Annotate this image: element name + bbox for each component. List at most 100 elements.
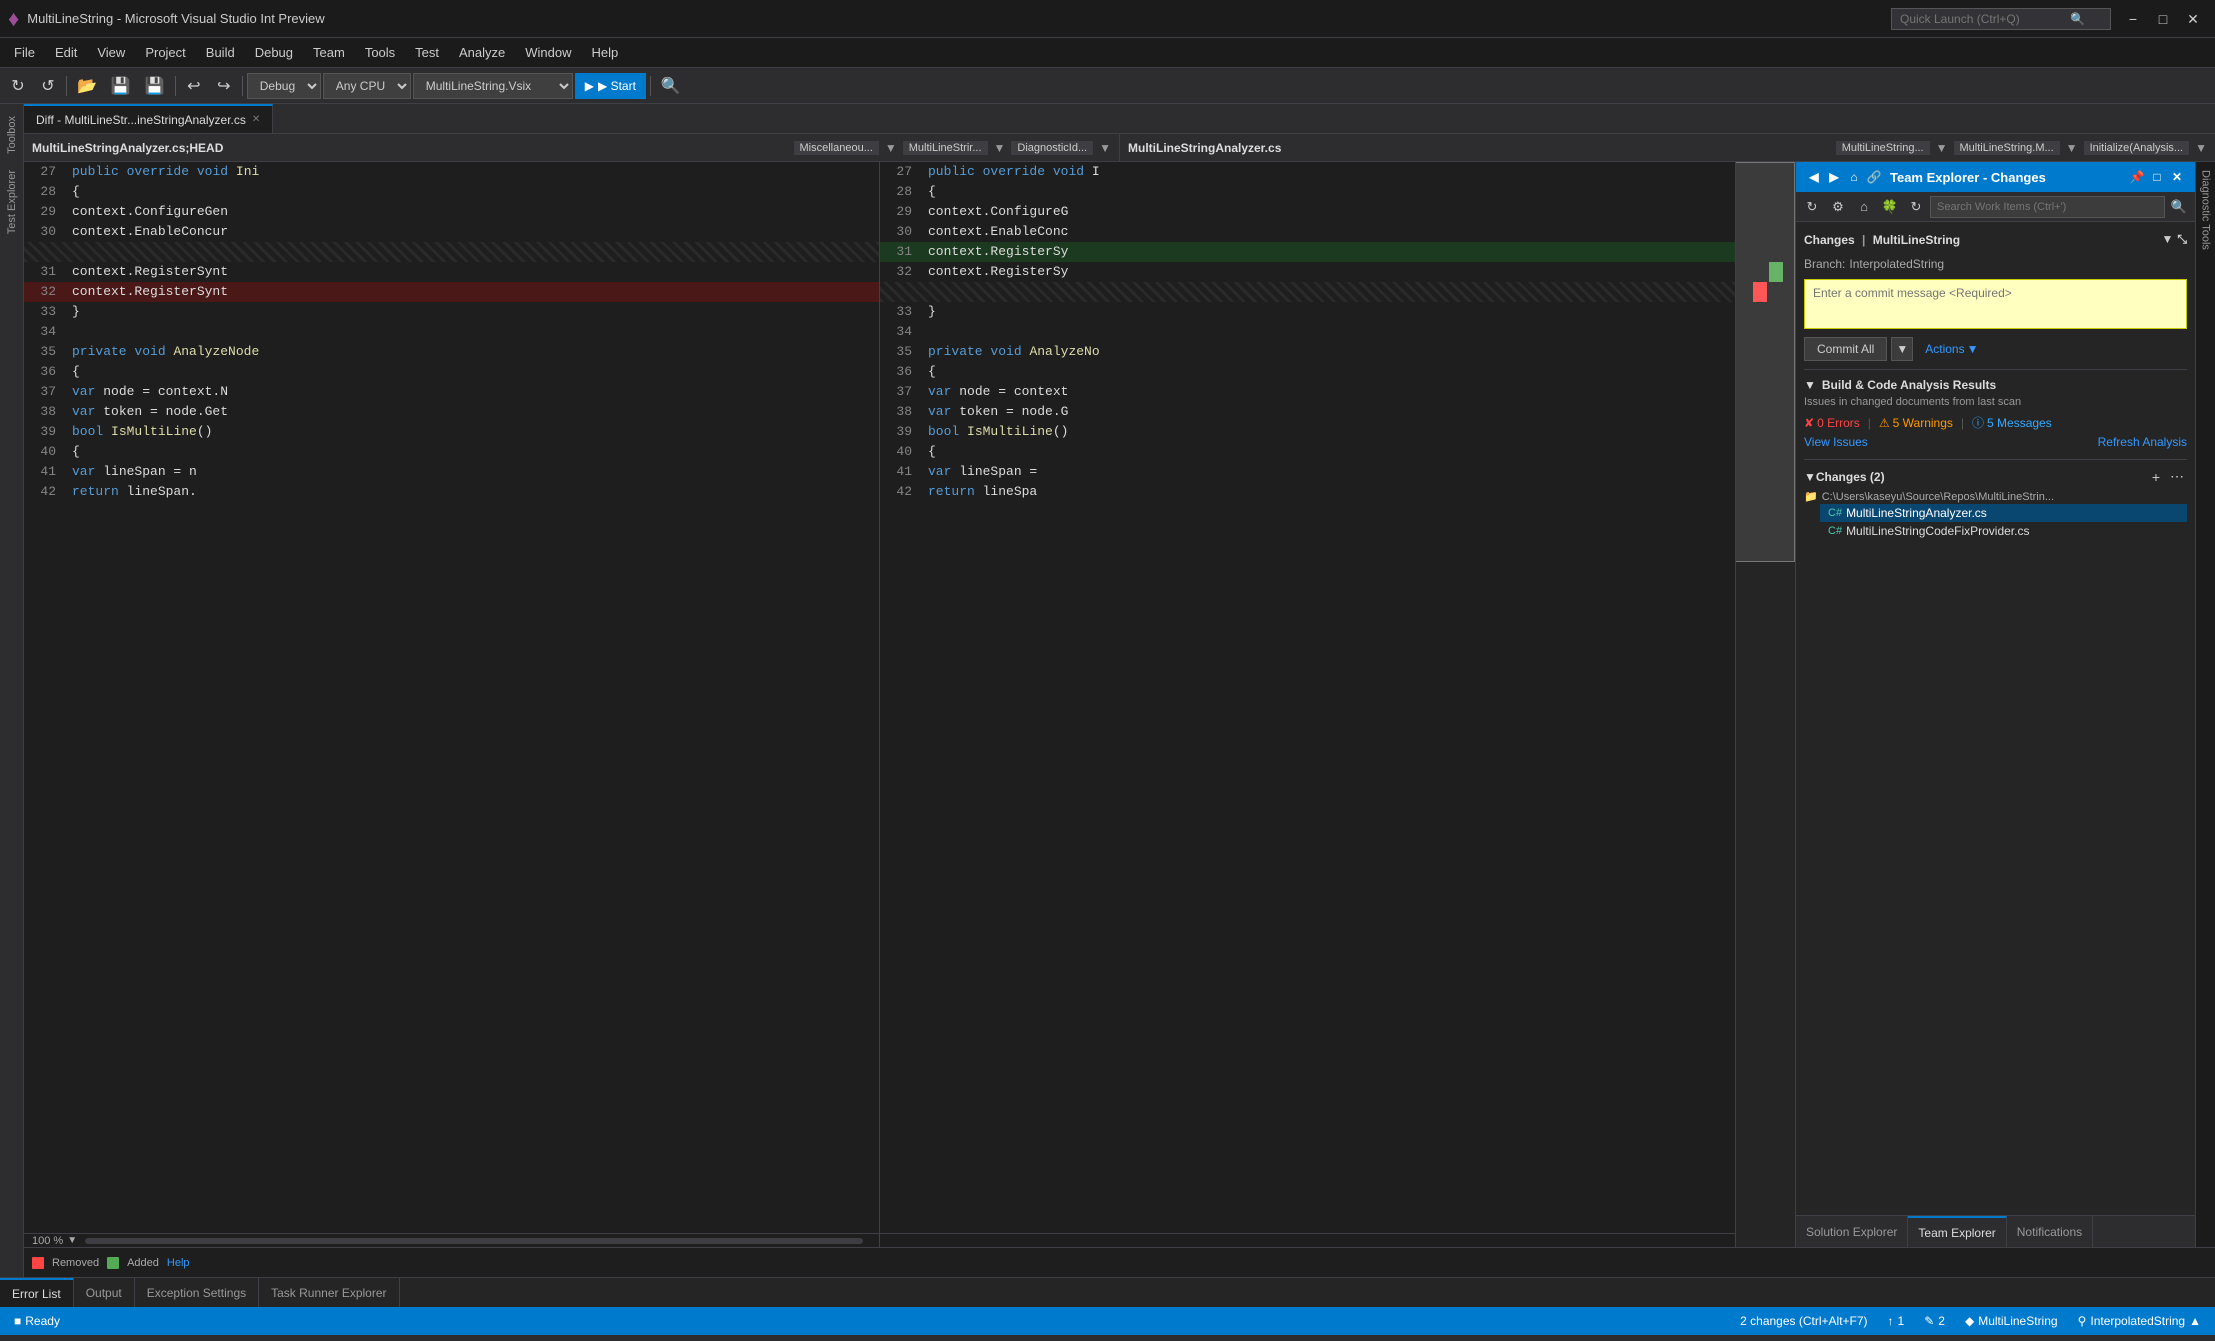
more-changes-btn[interactable]: ⋯: [2167, 468, 2187, 485]
refresh-analysis-link[interactable]: Refresh Analysis: [2098, 435, 2187, 449]
commit-message-box[interactable]: [1804, 279, 2187, 329]
diff-tab[interactable]: Diff - MultiLineStr...ineStringAnalyzer.…: [24, 104, 273, 133]
status-branch[interactable]: ⚲ InterpolatedString ▲: [2072, 1314, 2207, 1328]
diff-tab-close[interactable]: ✕: [252, 114, 260, 125]
quick-launch-input[interactable]: [1900, 12, 2070, 26]
toolbar-search-btn[interactable]: 🔍: [655, 72, 687, 100]
menu-build[interactable]: Build: [196, 41, 245, 64]
start-icon: ▶: [585, 79, 594, 93]
te-pin-btn[interactable]: 📌: [2127, 167, 2147, 187]
solution-dropdown[interactable]: MultiLineString.Vsix: [413, 73, 573, 99]
zoom-down[interactable]: ▼: [67, 1235, 77, 1246]
status-up-count[interactable]: ↑ 1: [1882, 1314, 1911, 1328]
te-home-nav-btn[interactable]: ⌂: [1852, 195, 1876, 219]
left-line-37: 37 var node = context.N: [24, 382, 879, 402]
actions-button[interactable]: Actions ▼: [1917, 338, 1986, 360]
te-search-input[interactable]: [1930, 196, 2165, 218]
te-title: Team Explorer - Changes: [1890, 170, 2127, 185]
cs-file-icon-2: C#: [1828, 525, 1842, 537]
removed-dot: [32, 1257, 44, 1269]
right-breadcrumb-3[interactable]: Initialize(Analysis...: [2084, 141, 2190, 155]
te-tab-solution-explorer[interactable]: Solution Explorer: [1796, 1216, 1908, 1247]
menu-view[interactable]: View: [87, 41, 135, 64]
menu-analyze[interactable]: Analyze: [449, 41, 515, 64]
status-project[interactable]: ◆ MultiLineString: [1959, 1314, 2064, 1328]
menu-window[interactable]: Window: [515, 41, 581, 64]
restore-button[interactable]: □: [2149, 5, 2177, 33]
commit-all-button[interactable]: Commit All: [1804, 337, 1887, 361]
te-settings-btn[interactable]: ⚙: [1826, 195, 1850, 219]
te-tab-team-explorer[interactable]: Team Explorer: [1908, 1216, 2006, 1247]
toolbar: ↻ ↺ 📂 💾 💾 ↩ ↪ Debug Any CPU MultiLineStr…: [0, 68, 2215, 104]
toolbar-redo-btn[interactable]: ↪: [210, 72, 238, 100]
add-changes-btn[interactable]: +: [2149, 468, 2163, 485]
help-link[interactable]: Help: [167, 1257, 190, 1269]
status-changes-note[interactable]: 2 changes (Ctrl+Alt+F7): [1734, 1314, 1873, 1328]
sidebar-tab-toolbox[interactable]: Toolbox: [2, 108, 22, 162]
toolbar-undo-btn[interactable]: ↩: [180, 72, 208, 100]
te-undock-btn[interactable]: □: [2147, 167, 2167, 187]
left-breadcrumb-1[interactable]: Miscellaneou...: [794, 141, 879, 155]
file-item-codefix[interactable]: C# MultiLineStringCodeFixProvider.cs: [1820, 522, 2187, 540]
pencil-icon: ✎: [1924, 1314, 1934, 1328]
close-button[interactable]: ✕: [2179, 5, 2207, 33]
bottom-tab-output[interactable]: Output: [74, 1278, 135, 1307]
menu-test[interactable]: Test: [405, 41, 449, 64]
file-item-analyzer[interactable]: C# MultiLineStringAnalyzer.cs: [1820, 504, 2187, 522]
branch-name[interactable]: InterpolatedString: [1849, 257, 1944, 271]
platform-dropdown[interactable]: Any CPU: [323, 73, 411, 99]
bottom-tab-exception-settings[interactable]: Exception Settings: [135, 1278, 259, 1307]
sidebar-tab-test-explorer[interactable]: Test Explorer: [2, 162, 22, 242]
te-dropdown-btn[interactable]: ▼: [2162, 232, 2174, 247]
sidebar-diagnostic-tools[interactable]: Diagnostic Tools: [2198, 162, 2214, 258]
minimap-viewport[interactable]: [1735, 162, 1795, 562]
toolbar-open-btn[interactable]: 📂: [71, 72, 103, 100]
te-search-btn[interactable]: 🔍: [2167, 195, 2191, 219]
minimize-button[interactable]: −: [2119, 5, 2147, 33]
right-breadcrumb-1[interactable]: MultiLineString...: [1836, 141, 1930, 155]
start-button[interactable]: ▶ ▶ Start: [575, 73, 646, 99]
right-code-content[interactable]: 27 public override void I 28 { 29 contex…: [880, 162, 1735, 1233]
menu-team[interactable]: Team: [303, 41, 355, 64]
te-close-btn[interactable]: ✕: [2167, 167, 2187, 187]
right-breadcrumb-2[interactable]: MultiLineString.M...: [1954, 141, 2060, 155]
build-config-dropdown[interactable]: Debug: [247, 73, 321, 99]
toolbar-forward-btn[interactable]: ↺: [34, 72, 62, 100]
commit-message-input[interactable]: [1813, 286, 2178, 300]
te-home-btn[interactable]: ⌂: [1844, 167, 1864, 187]
build-section-title: Build & Code Analysis Results: [1822, 378, 1996, 392]
status-down-count[interactable]: ✎ 2: [1918, 1314, 1951, 1328]
right-line-39: 39 bool IsMultiLine(): [880, 422, 1735, 442]
menu-project[interactable]: Project: [135, 41, 195, 64]
bottom-tab-task-runner[interactable]: Task Runner Explorer: [259, 1278, 399, 1307]
quick-launch-search[interactable]: 🔍: [1891, 8, 2111, 30]
warning-icon: ⚠: [1879, 416, 1890, 430]
left-breadcrumb-2[interactable]: MultiLineStrir...: [903, 141, 988, 155]
view-issues-link[interactable]: View Issues: [1804, 435, 1868, 449]
bottom-tab-error-list[interactable]: Error List: [0, 1278, 74, 1307]
toolbar-save-btn[interactable]: 💾: [105, 72, 137, 100]
menu-tools[interactable]: Tools: [355, 41, 405, 64]
commit-dropdown-button[interactable]: ▼: [1891, 337, 1913, 361]
te-tab-notifications[interactable]: Notifications: [2007, 1216, 2093, 1247]
toolbar-saveall-btn[interactable]: 💾: [139, 72, 171, 100]
te-forward-btn[interactable]: ▶: [1824, 167, 1844, 187]
te-branch-btn[interactable]: 🍀: [1878, 195, 1902, 219]
toolbar-back-btn[interactable]: ↻: [4, 72, 32, 100]
te-sync-btn[interactable]: ↻: [1904, 195, 1928, 219]
menu-file[interactable]: File: [4, 41, 45, 64]
status-ready[interactable]: ■ Ready: [8, 1314, 66, 1328]
left-breadcrumb-3[interactable]: DiagnosticId...: [1011, 141, 1093, 155]
menu-edit[interactable]: Edit: [45, 41, 87, 64]
menu-help[interactable]: Help: [582, 41, 629, 64]
te-bottom-tabs: Solution Explorer Team Explorer Notifica…: [1796, 1215, 2195, 1247]
title-text: MultiLineString - Microsoft Visual Studi…: [27, 11, 1891, 26]
te-refresh-btn[interactable]: ↻: [1800, 195, 1824, 219]
te-back-btn[interactable]: ◀: [1804, 167, 1824, 187]
menu-debug[interactable]: Debug: [245, 41, 303, 64]
left-code-content[interactable]: 27 public override void Ini 28 { 29 cont…: [24, 162, 879, 1233]
hscroll-left[interactable]: [85, 1238, 863, 1244]
te-maximize-btn[interactable]: ⤡: [2177, 232, 2187, 247]
te-connect-btn[interactable]: 🔗: [1864, 167, 1884, 187]
build-section-header[interactable]: ▼ Build & Code Analysis Results: [1804, 376, 2187, 394]
